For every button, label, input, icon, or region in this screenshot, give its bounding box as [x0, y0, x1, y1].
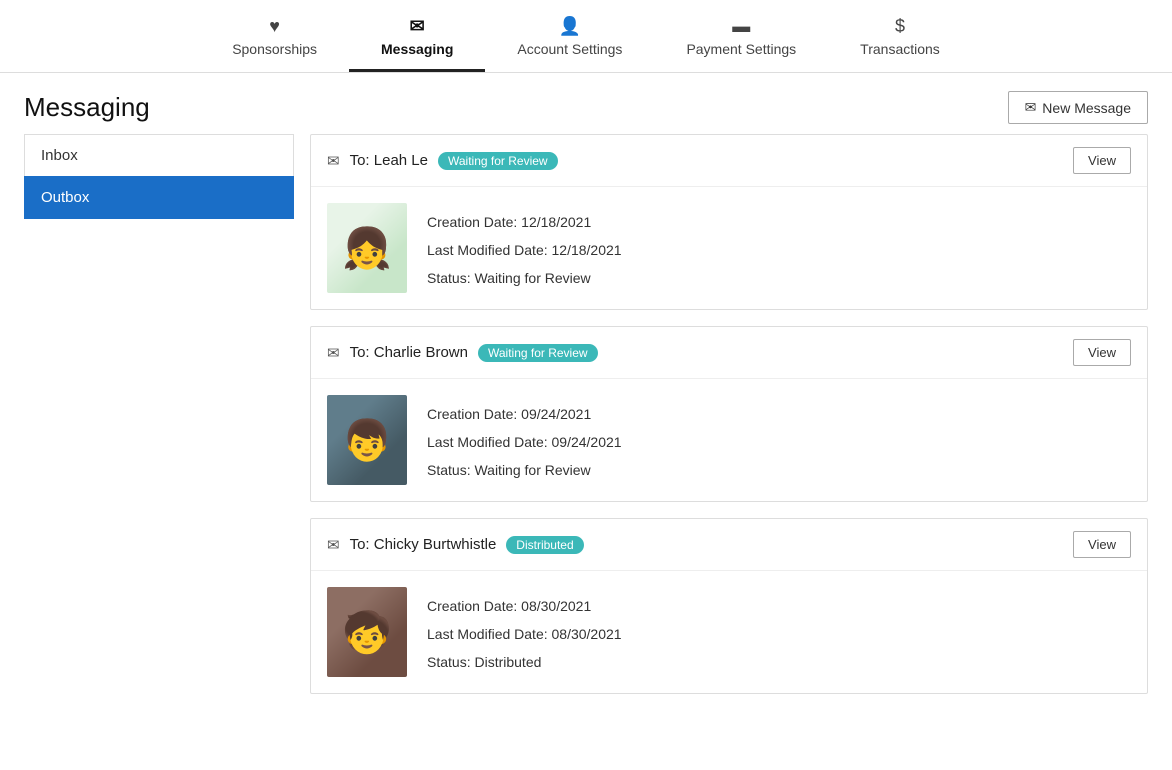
person-icon: 👤	[559, 16, 581, 37]
nav-item-messaging[interactable]: ✉ Messaging	[349, 8, 485, 72]
message-to: To: Chicky Burtwhistle	[350, 536, 497, 553]
status-badge: Waiting for Review	[478, 344, 598, 362]
view-button[interactable]: View	[1073, 339, 1131, 366]
nav-item-payment-settings[interactable]: ▬ Payment Settings	[654, 8, 828, 72]
message-header-left: ✉ To: Leah Le Waiting for Review	[327, 152, 558, 170]
status-text: Status: Distributed	[427, 651, 622, 675]
outbox-label: Outbox	[41, 189, 89, 206]
message-to: To: Leah Le	[350, 152, 428, 169]
nav-label-payment-settings: Payment Settings	[686, 41, 796, 57]
inbox-label: Inbox	[41, 147, 78, 164]
sidebar-item-outbox[interactable]: Outbox	[24, 176, 294, 219]
nav-label-transactions: Transactions	[860, 41, 940, 57]
envelope-icon: ✉	[327, 152, 340, 170]
avatar	[327, 203, 407, 293]
nav-label-sponsorships: Sponsorships	[232, 41, 317, 57]
top-nav: ♥ Sponsorships ✉ Messaging 👤 Account Set…	[0, 0, 1172, 73]
message-card-body: Creation Date: 08/30/2021 Last Modified …	[311, 571, 1147, 693]
status-text: Status: Waiting for Review	[427, 459, 622, 483]
heart-icon: ♥	[269, 16, 280, 37]
message-header-left: ✉ To: Charlie Brown Waiting for Review	[327, 344, 598, 362]
sidebar-item-inbox[interactable]: Inbox	[24, 134, 294, 176]
avatar	[327, 587, 407, 677]
message-card-header: ✉ To: Leah Le Waiting for Review View	[311, 135, 1147, 187]
content-area: Inbox Outbox ✉ To: Leah Le Waiting for R…	[0, 134, 1172, 718]
creation-date: Creation Date: 09/24/2021	[427, 403, 622, 427]
page-title: Messaging	[24, 92, 150, 123]
sidebar: Inbox Outbox	[24, 134, 294, 694]
chat-icon: ✉	[410, 16, 425, 37]
card-icon: ▬	[732, 16, 750, 37]
envelope-icon: ✉	[1025, 99, 1037, 116]
last-modified: Last Modified Date: 12/18/2021	[427, 239, 622, 263]
creation-date: Creation Date: 12/18/2021	[427, 211, 622, 235]
view-button[interactable]: View	[1073, 147, 1131, 174]
avatar	[327, 395, 407, 485]
view-button[interactable]: View	[1073, 531, 1131, 558]
message-to: To: Charlie Brown	[350, 344, 468, 361]
new-message-label: New Message	[1042, 100, 1131, 116]
message-header-left: ✉ To: Chicky Burtwhistle Distributed	[327, 536, 584, 554]
status-badge: Distributed	[506, 536, 583, 554]
envelope-icon: ✉	[327, 536, 340, 554]
message-card: ✉ To: Chicky Burtwhistle Distributed Vie…	[310, 518, 1148, 694]
dollar-icon: $	[895, 16, 905, 37]
messages-list: ✉ To: Leah Le Waiting for Review View Cr…	[310, 134, 1148, 694]
message-card: ✉ To: Charlie Brown Waiting for Review V…	[310, 326, 1148, 502]
status-text: Status: Waiting for Review	[427, 267, 622, 291]
message-card-body: Creation Date: 09/24/2021 Last Modified …	[311, 379, 1147, 501]
message-details: Creation Date: 09/24/2021 Last Modified …	[427, 395, 622, 482]
status-badge: Waiting for Review	[438, 152, 558, 170]
nav-label-messaging: Messaging	[381, 41, 453, 57]
new-message-button[interactable]: ✉ New Message	[1008, 91, 1148, 124]
message-card: ✉ To: Leah Le Waiting for Review View Cr…	[310, 134, 1148, 310]
message-card-header: ✉ To: Chicky Burtwhistle Distributed Vie…	[311, 519, 1147, 571]
last-modified: Last Modified Date: 09/24/2021	[427, 431, 622, 455]
message-card-header: ✉ To: Charlie Brown Waiting for Review V…	[311, 327, 1147, 379]
nav-item-transactions[interactable]: $ Transactions	[828, 8, 972, 72]
last-modified: Last Modified Date: 08/30/2021	[427, 623, 622, 647]
message-card-body: Creation Date: 12/18/2021 Last Modified …	[311, 187, 1147, 309]
creation-date: Creation Date: 08/30/2021	[427, 595, 622, 619]
nav-item-account-settings[interactable]: 👤 Account Settings	[485, 8, 654, 72]
nav-label-account-settings: Account Settings	[517, 41, 622, 57]
message-details: Creation Date: 08/30/2021 Last Modified …	[427, 587, 622, 674]
envelope-icon: ✉	[327, 344, 340, 362]
nav-item-sponsorships[interactable]: ♥ Sponsorships	[200, 8, 349, 72]
main-header: Messaging ✉ New Message	[0, 73, 1172, 134]
message-details: Creation Date: 12/18/2021 Last Modified …	[427, 203, 622, 290]
